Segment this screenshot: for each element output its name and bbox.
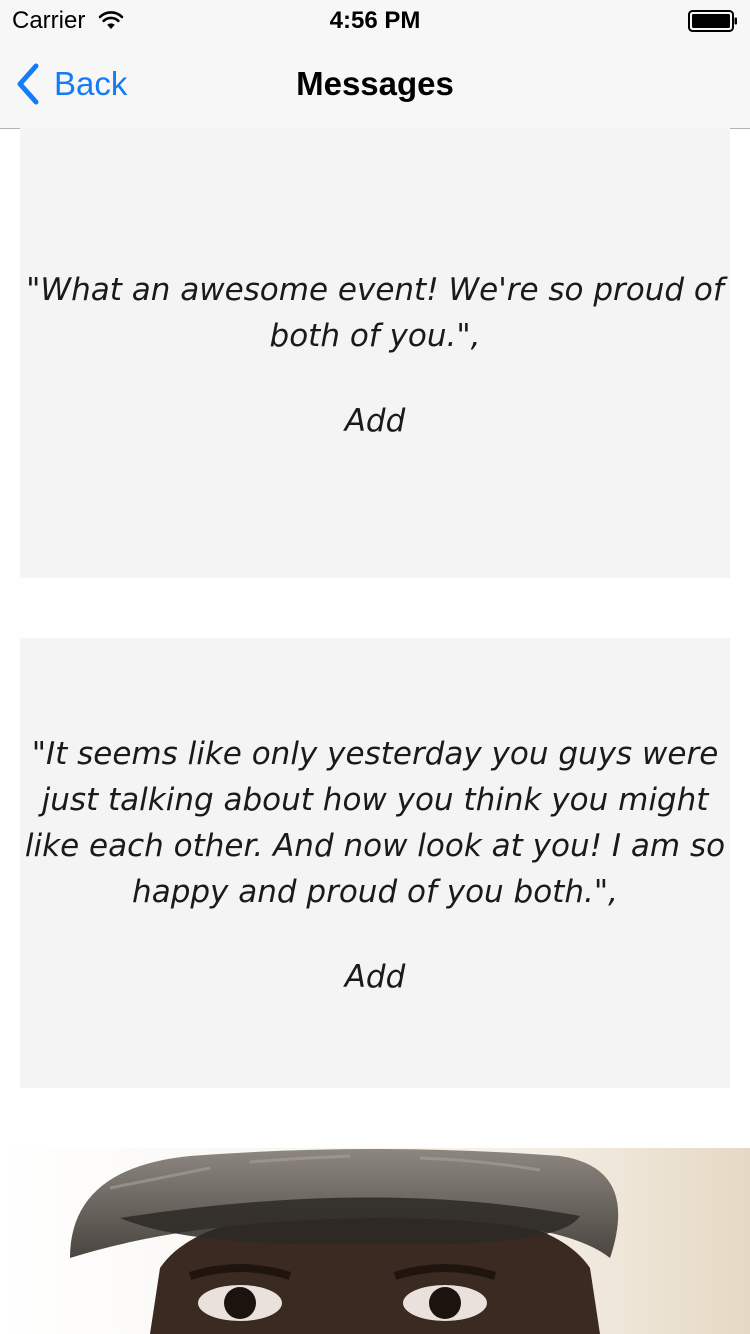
message-card: "It seems like only yesterday you guys w… [20, 638, 730, 1088]
person-photo [0, 1148, 750, 1334]
navigation-bar: Back Messages [0, 40, 750, 129]
status-bar: Carrier 4:56 PM [0, 0, 750, 40]
add-button[interactable]: Add [345, 959, 406, 995]
message-text: "What an awesome event! We're so proud o… [26, 272, 724, 354]
message-card: "What an awesome event! We're so proud o… [20, 128, 730, 578]
battery-icon [688, 10, 737, 32]
person-photo-image [0, 1148, 750, 1334]
add-button[interactable]: Add [345, 403, 406, 439]
messages-screen: Carrier 4:56 PM Back Messages "What an a… [0, 0, 750, 1334]
message-text: "It seems like only yesterday you guys w… [24, 736, 726, 910]
page-title: Messages [296, 65, 454, 102]
status-time: 4:56 PM [329, 7, 421, 34]
